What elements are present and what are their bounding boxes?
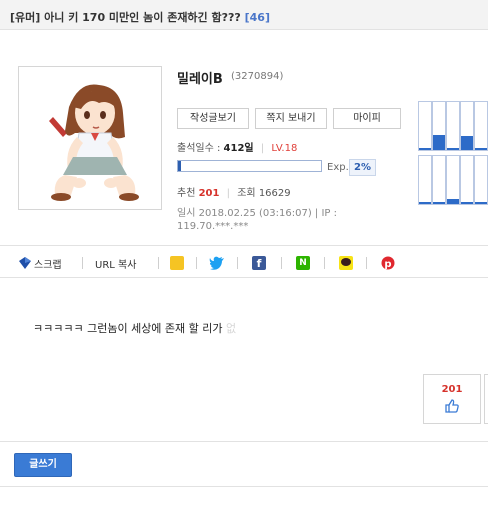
scrap-button[interactable]: 스크랩 <box>18 255 62 271</box>
activity-bar <box>446 155 460 205</box>
post-datetime: 일시 2018.02.25 (03:16:07) <box>177 208 312 219</box>
share-pinterest[interactable]: p <box>381 255 395 271</box>
activity-bar <box>418 101 432 151</box>
activity-bar-fill <box>475 202 487 204</box>
speech-bubble-icon <box>341 258 351 266</box>
activity-bar-fill <box>419 202 431 204</box>
svg-text:p: p <box>384 259 391 270</box>
post-title: [유머] 아니 키 170 미만인 놈이 존재하긴 함??? <box>10 11 241 24</box>
share-mypeople[interactable] <box>170 255 184 271</box>
activity-bar-fill <box>447 148 459 150</box>
post-body: ㅋㅋㅋㅋㅋ 그런놈이 세상에 존재 할 리가 없 <box>33 320 236 336</box>
divider <box>158 257 159 269</box>
activity-bar <box>460 101 474 151</box>
views-label: 조회 <box>237 188 256 199</box>
post-body-text: ㅋㅋㅋㅋㅋ 그런놈이 세상에 존재 할 리가 <box>33 322 227 335</box>
mypi-button[interactable]: 마이피 <box>333 108 401 129</box>
author-stats: 추천 201 | 조회 16629 <box>177 184 291 199</box>
activity-bar-fill <box>433 202 445 204</box>
activity-bar <box>474 155 488 205</box>
separator: | <box>226 188 231 199</box>
views-value: 16629 <box>258 188 291 199</box>
recommend-label: 추천 <box>177 188 196 199</box>
recommend-button[interactable]: 201 <box>423 374 481 424</box>
divider <box>82 257 83 269</box>
attendance-value: 412일 <box>223 143 254 154</box>
post-body-faded: 없 <box>226 322 237 335</box>
activity-bar-fill <box>433 135 445 150</box>
share-kakao[interactable] <box>339 255 353 271</box>
url-copy-label: URL 복사 <box>95 259 137 271</box>
activity-bar <box>460 155 474 205</box>
twitter-icon <box>209 256 224 270</box>
activity-bar-fill <box>419 148 431 150</box>
divider <box>366 257 367 269</box>
facebook-icon: f <box>252 256 266 270</box>
section-divider <box>0 441 488 442</box>
scrap-label: 스크랩 <box>34 259 62 271</box>
activity-bar-fill <box>461 136 473 150</box>
activity-bar-fill <box>447 199 459 204</box>
write-button[interactable]: 글쓰기 <box>14 453 72 477</box>
activity-bar <box>418 155 432 205</box>
pinterest-icon: p <box>381 256 395 270</box>
share-facebook[interactable]: f <box>252 255 266 271</box>
level-badge: LV.18 <box>271 143 298 154</box>
activity-bar <box>432 101 446 151</box>
kakao-icon <box>339 256 353 270</box>
mypeople-icon <box>170 256 184 270</box>
comment-count[interactable]: [46] <box>245 11 270 24</box>
share-naver[interactable]: N <box>296 255 310 271</box>
divider <box>196 257 197 269</box>
activity-bar <box>432 155 446 205</box>
divider <box>324 257 325 269</box>
naver-icon: N <box>296 256 310 270</box>
recommend-count: 201 <box>441 384 463 395</box>
avatar-illustration <box>19 67 161 209</box>
separator: | <box>260 143 265 154</box>
attendance-label: 출석일수 : <box>177 143 221 154</box>
author-nickname[interactable]: 밀레이B <box>177 68 223 87</box>
exp-percent: 2% <box>349 159 376 176</box>
dislike-button-edge[interactable] <box>484 374 488 424</box>
scrap-icon <box>19 257 31 269</box>
post-meta: 일시 2018.02.25 (03:16:07) | IP : 119.70.*… <box>177 207 397 233</box>
activity-bar-fill <box>461 202 473 204</box>
exp-label: Exp. <box>327 162 349 173</box>
exp-progress-fill <box>178 161 181 171</box>
activity-bar-fill <box>475 148 487 150</box>
share-toolbar: 스크랩 URL 복사 f N p <box>0 245 488 278</box>
divider <box>237 257 238 269</box>
exp-progress-bar <box>177 160 322 172</box>
activity-bar <box>474 101 488 151</box>
post-title-bar: [유머] 아니 키 170 미만인 놈이 존재하긴 함??? [46] <box>0 0 488 30</box>
url-copy-button[interactable]: URL 복사 <box>95 255 136 271</box>
attendance-line: 출석일수 : 412일 | LV.18 <box>177 139 297 154</box>
recommend-value: 201 <box>198 188 220 199</box>
author-avatar[interactable] <box>18 66 162 210</box>
author-user-id: (3270894) <box>231 71 284 82</box>
activity-bar <box>446 101 460 151</box>
divider <box>281 257 282 269</box>
send-note-button[interactable]: 쪽지 보내기 <box>255 108 327 129</box>
view-posts-button[interactable]: 작성글보기 <box>177 108 249 129</box>
activity-graph <box>418 101 488 207</box>
thumbs-up-icon <box>445 399 459 413</box>
section-divider <box>0 486 488 487</box>
share-twitter[interactable] <box>209 255 225 271</box>
